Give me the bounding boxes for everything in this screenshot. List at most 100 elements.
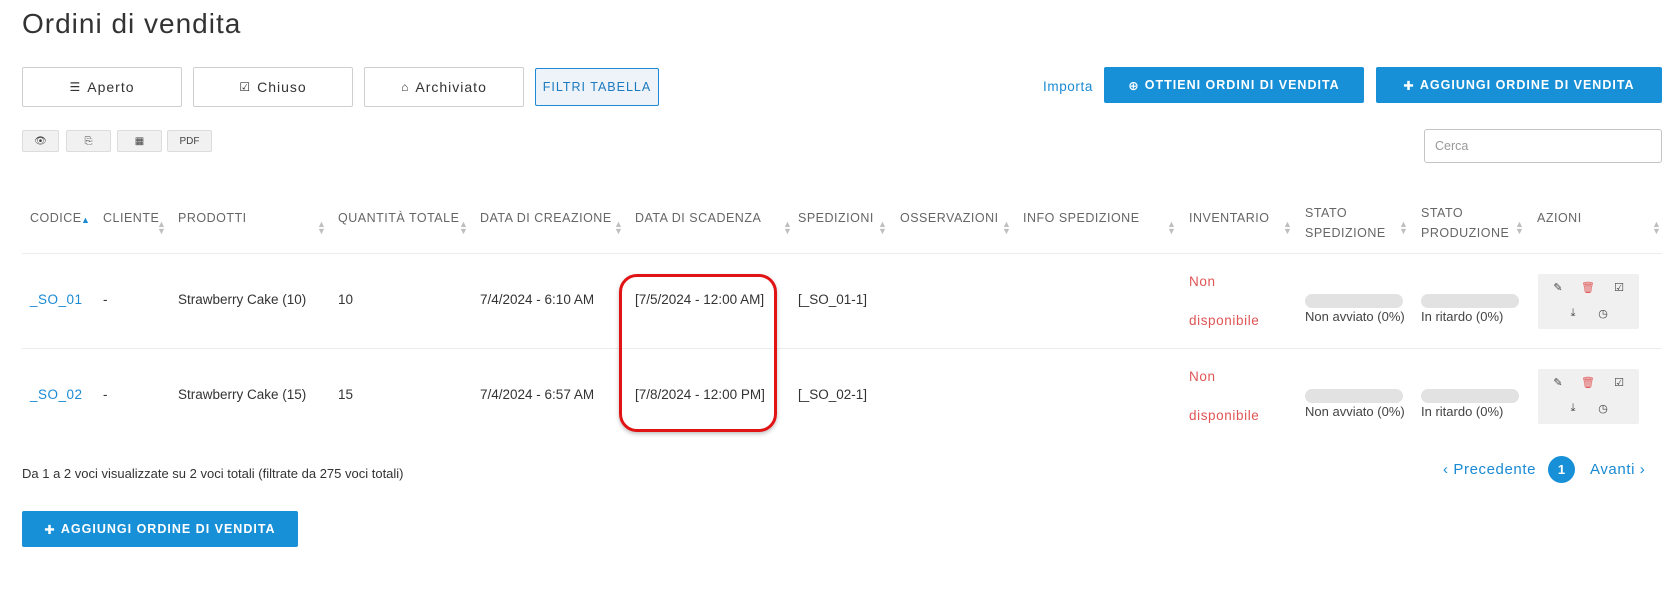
- sort-icon[interactable]: ▲ ▼: [614, 220, 623, 236]
- pdf-button[interactable]: PDF: [167, 130, 212, 152]
- prev-page-link[interactable]: ‹ Precedente: [1443, 461, 1536, 478]
- list-icon: ☰: [69, 80, 82, 94]
- column-visibility-button[interactable]: 👁: [22, 130, 59, 152]
- row-actions: ✎ 🗑 ☑ ⤓ ◷: [1538, 369, 1639, 424]
- inbox-icon: ⌂: [401, 80, 410, 94]
- table-icon: ▦: [134, 135, 145, 147]
- check-square-icon: ☑: [239, 80, 252, 94]
- plus-icon: ✚: [44, 522, 56, 537]
- edit-icon[interactable]: ✎: [1543, 376, 1573, 389]
- col-codice[interactable]: CODICE: [30, 208, 82, 228]
- sort-icon[interactable]: ▲ ▼: [1283, 220, 1292, 236]
- download-icon[interactable]: ⤓: [1558, 402, 1588, 415]
- plus-icon: ✚: [1403, 78, 1415, 93]
- sort-icon[interactable]: ▲ ▼: [317, 220, 326, 236]
- col-azioni[interactable]: AZIONI: [1537, 208, 1582, 228]
- due-date-highlight: [619, 274, 777, 432]
- cell-cliente: -: [103, 387, 108, 402]
- header-divider: [22, 253, 1662, 254]
- sort-icon[interactable]: ▲ ▼: [878, 220, 887, 236]
- filter-aperto-button[interactable]: ☰ Aperto: [22, 67, 182, 107]
- sort-icon[interactable]: ▲ ▼: [1652, 220, 1661, 236]
- download-icon[interactable]: ⤓: [1558, 307, 1588, 320]
- shipping-status: Non avviato (0%): [1305, 404, 1405, 419]
- clock-icon[interactable]: ◷: [1588, 307, 1618, 320]
- page-title: Ordini di vendita: [22, 8, 242, 39]
- col-data-creazione[interactable]: DATA DI CREAZIONE: [480, 208, 612, 228]
- cell-prodotti: Strawberry Cake (15): [178, 387, 307, 402]
- col-inventario[interactable]: INVENTARIO: [1189, 208, 1269, 228]
- cell-spedizioni[interactable]: [_SO_01-1]: [798, 292, 867, 307]
- col-stato-produzione-line2: PRODUZIONE: [1421, 226, 1510, 240]
- edit-icon[interactable]: ✎: [1543, 281, 1573, 294]
- get-orders-button[interactable]: ⊕ OTTIENI ORDINI DI VENDITA: [1104, 67, 1364, 103]
- shipping-progress-bar: [1305, 294, 1403, 308]
- check-square-icon[interactable]: ☑: [1604, 376, 1634, 389]
- inventory-status-line2: disponibile: [1189, 408, 1260, 423]
- copy-icon: ⎘: [84, 135, 93, 147]
- order-code-link[interactable]: _SO_02: [30, 387, 83, 402]
- table-summary: Da 1 a 2 voci visualizzate su 2 voci tot…: [22, 466, 404, 481]
- inventory-status-line1: Non: [1189, 369, 1216, 384]
- get-orders-label: OTTIENI ORDINI DI VENDITA: [1144, 78, 1340, 92]
- check-square-icon[interactable]: ☑: [1604, 281, 1634, 294]
- next-page-link[interactable]: Avanti ›: [1590, 461, 1645, 478]
- col-spedizioni[interactable]: SPEDIZIONI: [798, 208, 874, 228]
- filter-chiuso-button[interactable]: ☑ Chiuso: [193, 67, 353, 107]
- shipping-status: Non avviato (0%): [1305, 309, 1405, 324]
- table-filters-button[interactable]: FILTRI TABELLA: [535, 68, 659, 106]
- production-progress-bar: [1421, 389, 1519, 403]
- col-info-spedizione[interactable]: INFO SPEDIZIONE: [1023, 208, 1140, 228]
- col-stato-produzione[interactable]: STATO PRODUZIONE: [1421, 203, 1509, 243]
- add-order-button-top[interactable]: ✚ AGGIUNGI ORDINE DI VENDITA: [1376, 67, 1662, 103]
- col-osservazioni[interactable]: OSSERVAZIONI: [900, 208, 999, 228]
- cell-quantita: 10: [338, 292, 354, 307]
- row-divider: [22, 348, 1662, 349]
- circle-arrow-icon: ⊕: [1128, 78, 1140, 93]
- sort-asc-icon[interactable]: ▲: [81, 215, 90, 225]
- inventory-status-line2: disponibile: [1189, 313, 1260, 328]
- col-prodotti[interactable]: PRODOTTI: [178, 208, 247, 228]
- add-order-label-top: AGGIUNGI ORDINE DI VENDITA: [1419, 78, 1635, 92]
- row-actions: ✎ 🗑 ☑ ⤓ ◷: [1538, 274, 1639, 329]
- filter-aperto-label: Aperto: [87, 79, 135, 95]
- production-status: In ritardo (0%): [1421, 404, 1504, 419]
- sort-icon[interactable]: ▲ ▼: [1167, 220, 1176, 236]
- filter-archiviato-label: Archiviato: [415, 79, 487, 95]
- production-status: In ritardo (0%): [1421, 309, 1504, 324]
- filter-chiuso-label: Chiuso: [257, 79, 307, 95]
- sort-icon[interactable]: ▲ ▼: [783, 220, 792, 236]
- trash-icon[interactable]: 🗑: [1573, 376, 1603, 389]
- cell-spedizioni[interactable]: [_SO_02-1]: [798, 387, 867, 402]
- sort-icon[interactable]: ▲ ▼: [459, 220, 468, 236]
- add-order-button-bottom[interactable]: ✚ AGGIUNGI ORDINE DI VENDITA: [22, 511, 298, 547]
- copy-button[interactable]: ⎘: [66, 130, 111, 152]
- sort-icon[interactable]: ▲ ▼: [1515, 220, 1524, 236]
- col-stato-spedizione-line2: SPEDIZIONE: [1305, 226, 1386, 240]
- cell-prodotti: Strawberry Cake (10): [178, 292, 307, 307]
- inventory-status-line1: Non: [1189, 274, 1216, 289]
- search-input[interactable]: [1424, 129, 1662, 163]
- sort-icon[interactable]: ▲ ▼: [157, 220, 166, 236]
- production-progress-bar: [1421, 294, 1519, 308]
- sort-icon[interactable]: ▲ ▼: [1399, 220, 1408, 236]
- col-stato-produzione-line1: STATO: [1421, 206, 1464, 220]
- sort-icon[interactable]: ▲ ▼: [1002, 220, 1011, 236]
- excel-button[interactable]: ▦: [117, 130, 162, 152]
- cell-cliente: -: [103, 292, 108, 307]
- clock-icon[interactable]: ◷: [1588, 402, 1618, 415]
- cell-data-creazione: 7/4/2024 - 6:57 AM: [480, 387, 595, 402]
- cell-quantita: 15: [338, 387, 354, 402]
- order-code-link[interactable]: _SO_01: [30, 292, 83, 307]
- filter-archiviato-button[interactable]: ⌂ Archiviato: [364, 67, 524, 107]
- col-stato-spedizione-line1: STATO: [1305, 206, 1348, 220]
- col-quantita[interactable]: QUANTITÀ TOTALE: [338, 208, 459, 228]
- col-stato-spedizione[interactable]: STATO SPEDIZIONE: [1305, 203, 1386, 243]
- add-order-label-bottom: AGGIUNGI ORDINE DI VENDITA: [60, 522, 276, 536]
- trash-icon[interactable]: 🗑: [1573, 281, 1603, 294]
- eye-icon: 👁: [34, 135, 47, 147]
- col-data-scadenza[interactable]: DATA DI SCADENZA: [635, 208, 761, 228]
- import-link[interactable]: Importa: [1043, 79, 1093, 94]
- col-cliente[interactable]: CLIENTE: [103, 208, 159, 228]
- page-1-button[interactable]: 1: [1548, 456, 1575, 483]
